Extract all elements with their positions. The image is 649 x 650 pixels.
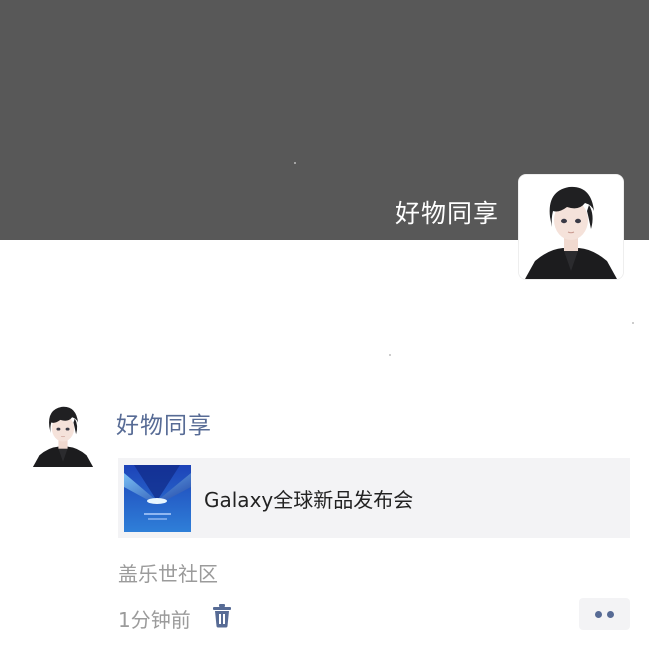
trash-icon[interactable]: [211, 604, 233, 628]
decor-dot: [389, 354, 391, 356]
anime-boy-avatar-icon: [519, 175, 623, 279]
more-dots-icon[interactable]: [579, 598, 630, 630]
anime-boy-avatar-icon: [30, 399, 96, 467]
link-title: Galaxy全球新品发布会: [204, 487, 414, 512]
decor-dot: [632, 322, 634, 324]
cover-user-name[interactable]: 好物同享: [395, 194, 499, 230]
cover-avatar[interactable]: [519, 175, 623, 279]
moments-page: 好物同享 好物同享 Galaxy全球新品发布会 盖乐世社区 1分钟前: [0, 0, 649, 650]
dot-right: [607, 610, 614, 618]
post-author-name[interactable]: 好物同享: [116, 406, 212, 440]
shared-link-card[interactable]: Galaxy全球新品发布会: [118, 458, 630, 538]
post-avatar[interactable]: [30, 399, 96, 467]
dot-left: [595, 610, 602, 618]
post-time: 1分钟前: [118, 608, 191, 632]
post-source[interactable]: 盖乐世社区: [118, 558, 218, 587]
link-thumbnail: [124, 464, 191, 532]
decor-dot: [294, 162, 296, 164]
galaxy-event-thumbnail-icon: [124, 464, 191, 532]
